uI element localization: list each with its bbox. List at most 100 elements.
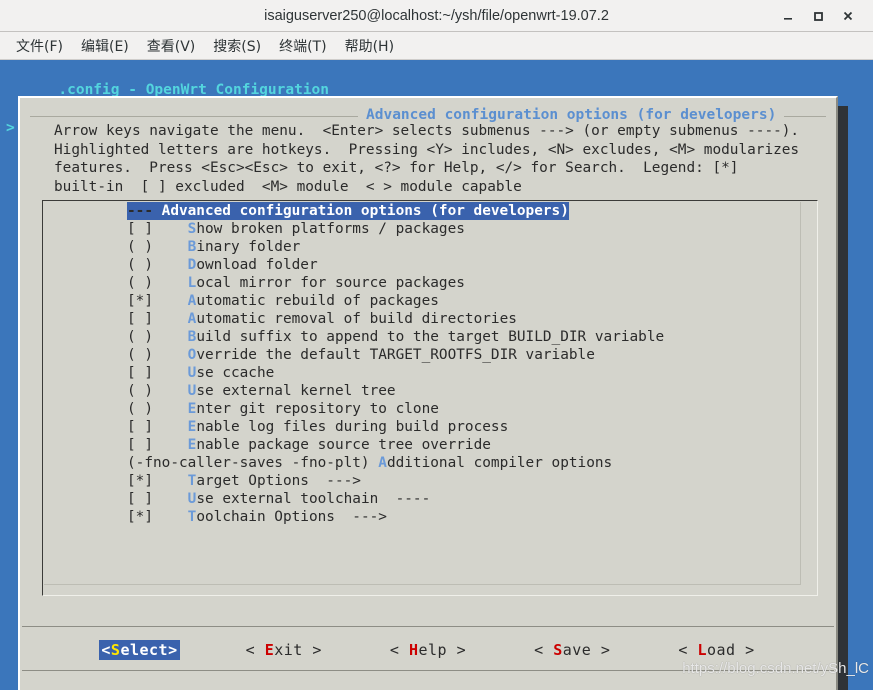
minimize-icon[interactable] — [773, 3, 803, 29]
option-marker: [ ] — [127, 311, 188, 327]
option-row[interactable]: ( ) Download folder — [127, 256, 817, 274]
menu-item-edit[interactable]: 编辑(E) — [72, 34, 138, 58]
option-marker: ( ) — [127, 383, 188, 399]
button-prefix: < — [389, 641, 409, 659]
button-prefix: < — [678, 641, 698, 659]
menu-item-view[interactable]: 查看(V) — [138, 34, 205, 58]
window-controls — [773, 3, 863, 29]
button-label: oad > — [706, 641, 755, 659]
option-marker: [ ] — [127, 419, 188, 435]
select-button[interactable]: <Select> — [99, 640, 180, 660]
button-hotkey: S — [553, 641, 563, 659]
option-row[interactable]: [ ] Automatic removal of build directori… — [127, 310, 817, 328]
exit-button[interactable]: < Exit > — [244, 640, 324, 660]
option-row[interactable]: ( ) Build suffix to append to the target… — [127, 328, 817, 346]
save-button[interactable]: < Save > — [532, 640, 612, 660]
option-label: se external kernel tree — [196, 383, 396, 399]
options-listbox[interactable]: --- Advanced configuration options (for … — [42, 200, 818, 596]
option-label: uild suffix to append to the target BUIL… — [196, 329, 665, 345]
menu-item-file[interactable]: 文件(F) — [7, 34, 72, 58]
option-row-wrapper: ( ) Enter git repository to clone — [127, 400, 817, 418]
option-marker: [*] — [127, 509, 188, 525]
option-label: se external toolchain ---- — [196, 491, 431, 507]
button-label: elp > — [418, 641, 467, 659]
menu-item-search[interactable]: 搜索(S) — [204, 34, 270, 58]
option-label: how broken platforms / packages — [196, 221, 465, 237]
option-marker: (-fno-caller-saves -fno-plt) — [127, 455, 379, 471]
option-row[interactable]: ( ) Enter git repository to clone — [127, 400, 817, 418]
option-marker: ( ) — [127, 239, 188, 255]
dialog-separator-upper — [22, 626, 834, 627]
option-marker: [ ] — [127, 221, 188, 237]
button-prefix: < — [534, 641, 554, 659]
option-marker: --- — [127, 203, 162, 219]
load-button[interactable]: < Load > — [676, 640, 756, 660]
option-row-wrapper: (-fno-caller-saves -fno-plt) Additional … — [127, 454, 817, 472]
option-row[interactable]: [ ] Show broken platforms / packages — [127, 220, 817, 238]
option-label: dditional compiler options — [386, 455, 613, 471]
option-label: nter git repository to clone — [196, 401, 439, 417]
option-row[interactable]: [*] Automatic rebuild of packages — [127, 292, 817, 310]
option-row[interactable]: [ ] Enable log files during build proces… — [127, 418, 817, 436]
dialog-help-text: Arrow keys navigate the menu. <Enter> se… — [54, 123, 800, 195]
option-marker: [*] — [127, 473, 188, 489]
option-row[interactable]: ( ) Use external kernel tree — [127, 382, 817, 400]
option-row[interactable]: (-fno-caller-saves -fno-plt) Additional … — [127, 454, 817, 472]
option-hotkey: A — [378, 455, 387, 471]
terminal-window: isaiguserver250@localhost:~/ysh/file/ope… — [0, 0, 873, 690]
option-row[interactable]: [*] Target Options ---> — [127, 472, 817, 490]
option-row-wrapper: [ ] Enable log files during build proces… — [127, 418, 817, 436]
option-label: inary folder — [196, 239, 301, 255]
option-label: se ccache — [196, 365, 275, 381]
option-row-wrapper: [ ] Enable package source tree override — [127, 436, 817, 454]
help-button[interactable]: < Help > — [388, 640, 468, 660]
dialog-title-rule-left — [30, 115, 358, 117]
option-label: ownload folder — [196, 257, 318, 273]
watermark: https://blog.csdn.net/ySh_lC — [682, 660, 869, 677]
option-label: Advanced configuration options (for deve… — [161, 203, 569, 219]
option-row[interactable]: ( ) Binary folder — [127, 238, 817, 256]
dialog-title-rule-right — [784, 115, 826, 117]
menu-item-help[interactable]: 帮助(H) — [336, 34, 403, 58]
maximize-icon[interactable] — [803, 3, 833, 29]
option-marker: [ ] — [127, 365, 188, 381]
button-hotkey: L — [697, 641, 707, 659]
option-row-wrapper: [*] Automatic rebuild of packages — [127, 292, 817, 310]
option-row-wrapper: [ ] Use ccache — [127, 364, 817, 382]
option-marker: ( ) — [127, 401, 188, 417]
option-row[interactable]: ( ) Local mirror for source packages — [127, 274, 817, 292]
option-row[interactable]: [ ] Use ccache — [127, 364, 817, 382]
option-row-wrapper: ( ) Binary folder — [127, 238, 817, 256]
option-row[interactable]: [ ] Enable package source tree override — [127, 436, 817, 454]
option-row-wrapper: [*] Target Options ---> — [127, 472, 817, 490]
option-row[interactable]: ( ) Override the default TARGET_ROOTFS_D… — [127, 346, 817, 364]
option-row-selected[interactable]: --- Advanced configuration options (for … — [127, 202, 569, 220]
option-row-wrapper: ( ) Use external kernel tree — [127, 382, 817, 400]
option-label: nable package source tree override — [196, 437, 491, 453]
menu-item-terminal[interactable]: 终端(T) — [270, 34, 335, 58]
option-row-wrapper: ( ) Download folder — [127, 256, 817, 274]
option-row[interactable]: [ ] Use external toolchain ---- — [127, 490, 817, 508]
option-row-wrapper: --- Advanced configuration options (for … — [127, 202, 817, 220]
terminal-screen: .config - OpenWrt Configuration > Advanc… — [0, 60, 873, 690]
option-row-wrapper: ( ) Override the default TARGET_ROOTFS_D… — [127, 346, 817, 364]
dialog-title: Advanced configuration options (for deve… — [366, 107, 777, 123]
button-label: elect> — [120, 641, 178, 659]
button-hotkey: E — [264, 641, 275, 659]
window-title: isaiguserver250@localhost:~/ysh/file/ope… — [264, 7, 609, 24]
button-prefix: < — [101, 641, 111, 659]
button-label: ave > — [562, 641, 611, 659]
option-label: verride the default TARGET_ROOTFS_DIR va… — [196, 347, 595, 363]
option-label: ocal mirror for source packages — [196, 275, 465, 291]
option-marker: [ ] — [127, 437, 188, 453]
button-prefix: < — [245, 641, 265, 659]
option-label: utomatic rebuild of packages — [196, 293, 439, 309]
button-label: xit > — [274, 641, 322, 659]
menuconfig-dialog: Advanced configuration options (for deve… — [18, 96, 838, 690]
options-list: --- Advanced configuration options (for … — [127, 202, 817, 526]
option-row-wrapper: [ ] Automatic removal of build directori… — [127, 310, 817, 328]
option-row-wrapper: [ ] Show broken platforms / packages — [127, 220, 817, 238]
button-hotkey: S — [110, 641, 121, 659]
option-row[interactable]: [*] Toolchain Options ---> — [127, 508, 817, 526]
close-icon[interactable] — [833, 3, 863, 29]
